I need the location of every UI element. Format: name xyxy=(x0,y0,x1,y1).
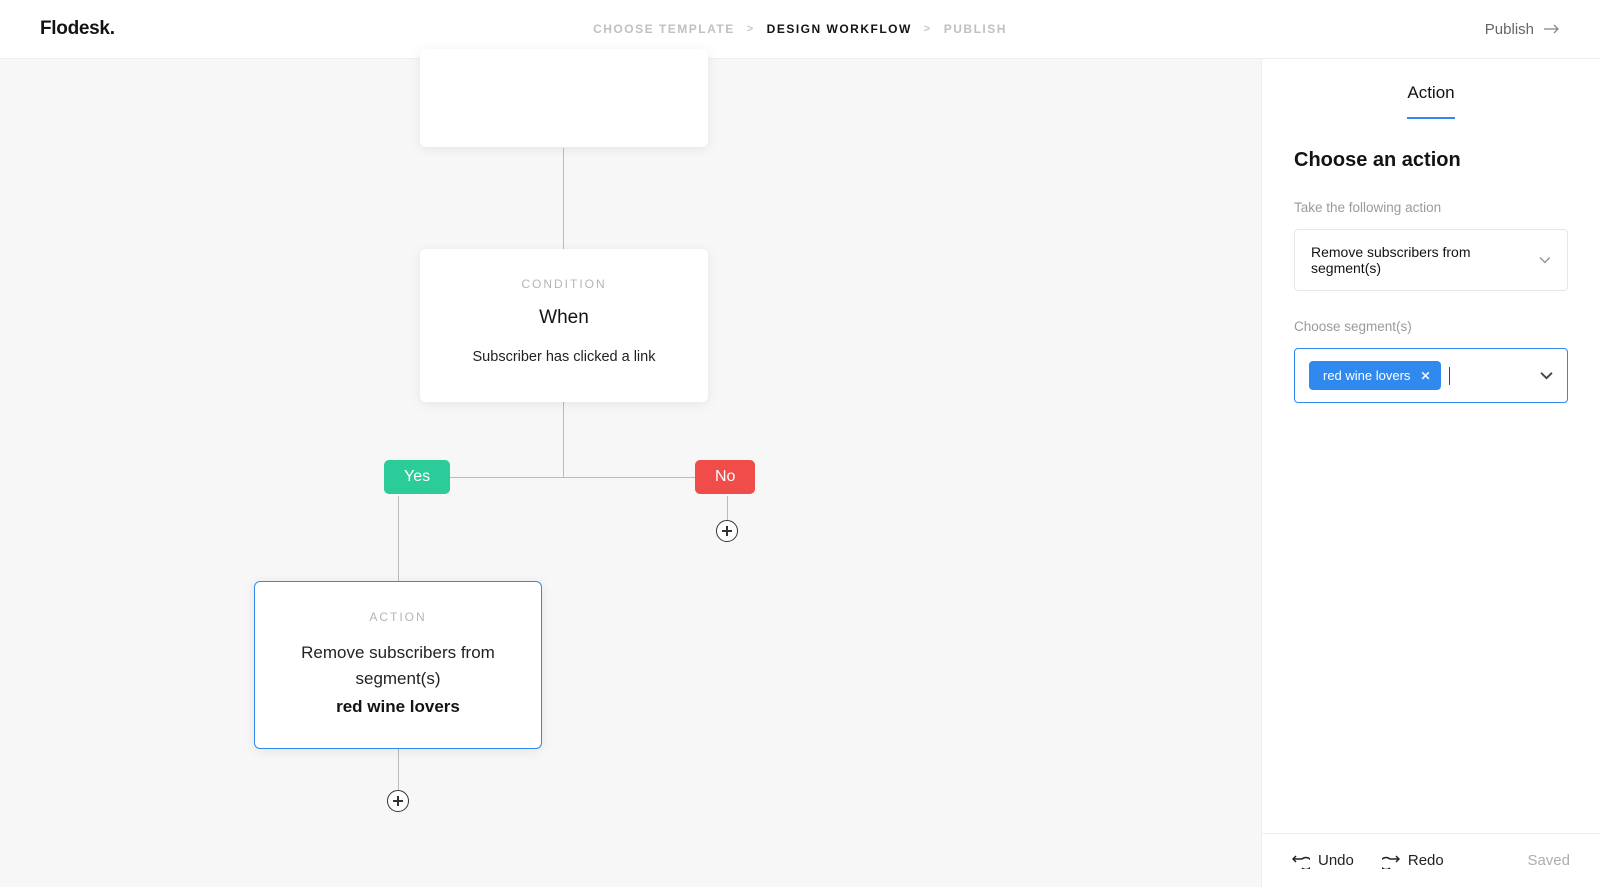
add-step-button[interactable] xyxy=(387,790,409,812)
connector xyxy=(418,477,695,478)
action-select-value: Remove subscribers from segment(s) xyxy=(1311,244,1539,276)
sidebar-footer: Undo Redo Saved xyxy=(1262,833,1600,887)
breadcrumb-step-design-workflow[interactable]: Design Workflow xyxy=(767,22,912,36)
chevron-right-icon: > xyxy=(747,23,755,35)
action-select[interactable]: Remove subscribers from segment(s) xyxy=(1294,229,1568,291)
connector xyxy=(398,496,399,581)
action-sidebar: Action Choose an action Take the followi… xyxy=(1261,59,1600,887)
remove-tag-icon[interactable]: ✕ xyxy=(1420,369,1430,383)
node-type-label: Action xyxy=(275,610,521,624)
undo-icon xyxy=(1292,853,1310,869)
add-step-button[interactable] xyxy=(716,520,738,542)
segment-tag-label: red wine lovers xyxy=(1323,368,1410,383)
action-field-label: Take the following action xyxy=(1294,200,1568,215)
node-segment-value: red wine lovers xyxy=(275,697,521,717)
workflow-node-action[interactable]: Action Remove subscribers from segment(s… xyxy=(254,581,542,749)
save-status: Saved xyxy=(1527,852,1570,869)
segments-input[interactable]: red wine lovers ✕ xyxy=(1294,348,1568,403)
text-cursor xyxy=(1449,367,1450,385)
node-type-label: Condition xyxy=(440,277,688,291)
redo-button[interactable]: Redo xyxy=(1382,852,1444,869)
segment-tag: red wine lovers ✕ xyxy=(1309,361,1441,390)
undo-button[interactable]: Undo xyxy=(1292,852,1354,869)
logo: Flodesk. xyxy=(40,18,115,40)
sidebar-tab[interactable]: Action xyxy=(1262,59,1600,119)
connector xyxy=(398,749,399,790)
breadcrumb-step-choose-template[interactable]: Choose Template xyxy=(593,22,735,36)
arrow-right-icon xyxy=(1544,24,1560,34)
node-description: Subscriber has clicked a link xyxy=(440,349,688,365)
branch-yes[interactable]: Yes xyxy=(384,460,450,494)
sidebar-heading: Choose an action xyxy=(1294,149,1568,172)
publish-button[interactable]: Publish xyxy=(1485,21,1560,38)
connector xyxy=(563,402,564,477)
workflow-node-previous[interactable] xyxy=(420,49,708,147)
sidebar-tab-label: Action xyxy=(1407,83,1454,119)
undo-label: Undo xyxy=(1318,852,1354,869)
breadcrumb-step-publish[interactable]: Publish xyxy=(944,22,1007,36)
breadcrumb: Choose Template > Design Workflow > Publ… xyxy=(593,22,1007,36)
branch-no[interactable]: No xyxy=(695,460,755,494)
redo-icon xyxy=(1382,853,1400,869)
chevron-down-icon xyxy=(1539,256,1551,264)
chevron-right-icon: > xyxy=(924,23,932,35)
app-header: Flodesk. Choose Template > Design Workfl… xyxy=(0,0,1600,59)
node-title: When xyxy=(440,307,688,329)
workflow-canvas[interactable]: Condition When Subscriber has clicked a … xyxy=(0,59,1261,887)
workflow-node-condition[interactable]: Condition When Subscriber has clicked a … xyxy=(420,249,708,402)
chevron-down-icon[interactable] xyxy=(1540,367,1553,385)
redo-label: Redo xyxy=(1408,852,1444,869)
node-description: Remove subscribers from segment(s) xyxy=(275,640,521,691)
connector xyxy=(727,496,728,520)
connector xyxy=(563,148,564,249)
segments-field-label: Choose segment(s) xyxy=(1294,319,1568,334)
publish-label: Publish xyxy=(1485,21,1534,38)
